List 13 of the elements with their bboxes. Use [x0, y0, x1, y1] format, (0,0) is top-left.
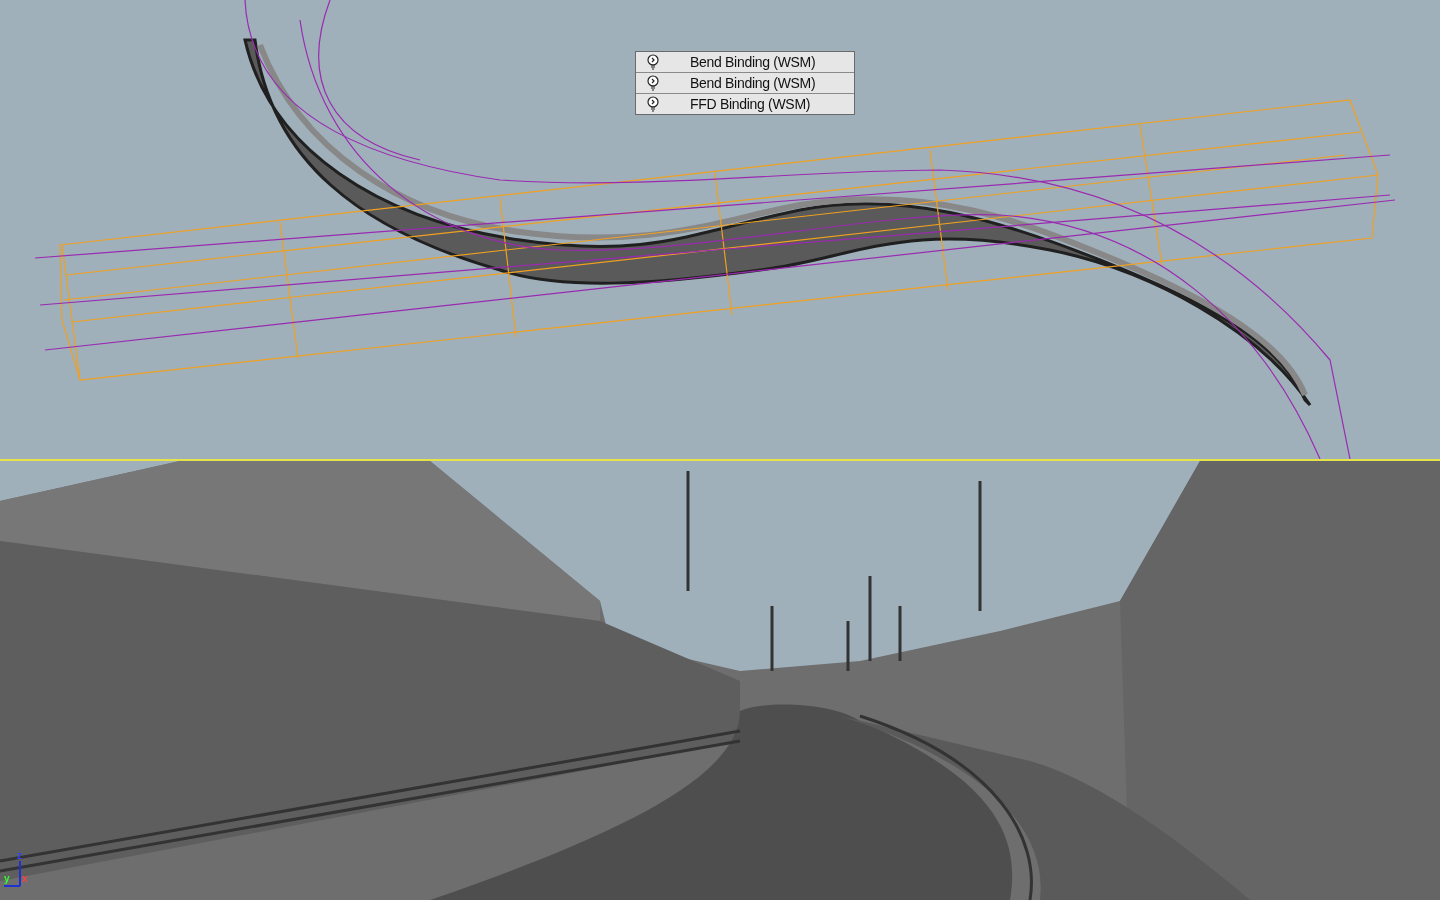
lightbulb-icon[interactable] [646, 74, 660, 92]
axis-label: y [4, 873, 10, 884]
axis-label: z [17, 850, 22, 861]
axis-label: x [22, 873, 28, 884]
modifier-item[interactable]: Bend Binding (WSM) [636, 52, 854, 73]
modifier-label: Bend Binding (WSM) [690, 75, 816, 91]
modifier-label: FFD Binding (WSM) [690, 96, 811, 112]
lightbulb-icon[interactable] [646, 95, 660, 113]
modifier-label: Bend Binding (WSM) [690, 54, 816, 70]
axis-gizmo-icon [3, 860, 21, 887]
modifier-item[interactable]: Bend Binding (WSM) [636, 73, 854, 94]
modifier-item[interactable]: FFD Binding (WSM) [636, 94, 854, 114]
lightbulb-icon[interactable] [646, 53, 660, 71]
